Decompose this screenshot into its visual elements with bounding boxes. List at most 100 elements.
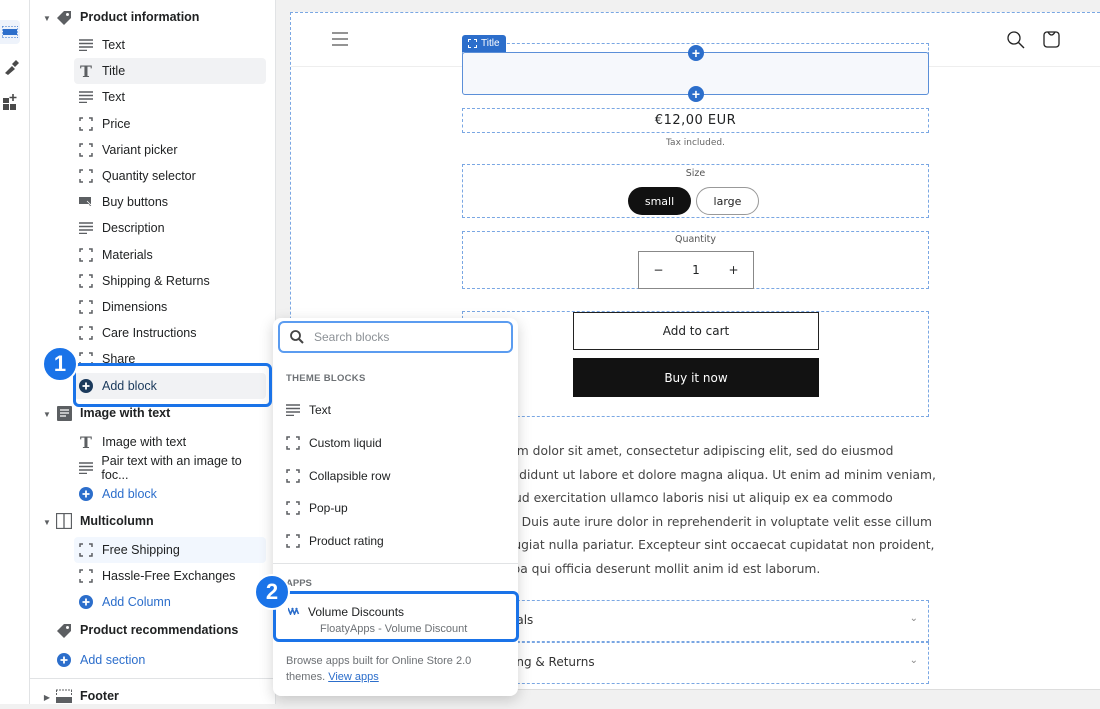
increment-button[interactable]: + [729,263,739,277]
sections-icon[interactable] [0,20,20,44]
section-label: Image with text [80,406,171,420]
block-icon [78,116,94,132]
theme-block-option[interactable]: Collapsible row [285,464,390,488]
price: €12,00 EUR [654,113,737,128]
theme-block-option[interactable]: Product rating [285,529,384,553]
view-apps-link[interactable]: View apps [328,671,379,683]
section-label: Multicolumn [80,514,154,528]
collapsible-label: ing & Returns [513,655,595,669]
quantity-stepper[interactable]: − 1 + [638,251,754,289]
block-label: Variant picker [102,142,178,157]
insert-block-below-icon[interactable]: + [688,86,704,102]
block-label: Quantity selector [102,169,196,183]
apps-icon[interactable] [0,91,22,113]
step1-highlight [73,363,272,407]
tax-note: Tax included. [666,138,725,148]
block-item[interactable]: Free Shipping [74,537,266,563]
add-section-button[interactable]: Add section [56,647,145,673]
section-multicolumn[interactable]: Multicolumn [56,508,154,534]
block-label: Price [102,116,131,131]
block-label: Hassle-Free Exchanges [102,569,236,583]
add-block-button[interactable]: Add block [74,481,266,507]
section-label: Footer [80,689,119,703]
section-product-recommendations[interactable]: Product recommendations [56,617,238,643]
buy-buttons-block: Add to cart Buy it now [462,311,929,417]
search-icon[interactable] [1007,31,1025,54]
insert-block-above-icon[interactable]: + [688,45,704,61]
section-label: Product information [80,10,200,24]
caret-right-icon[interactable]: ▶ [42,692,52,702]
block-item[interactable]: Hassle-Free Exchanges [74,563,266,589]
search-icon [290,330,304,344]
decrement-button[interactable]: − [653,263,663,277]
footer-icon [56,688,72,704]
size-option-small[interactable]: small [628,187,691,215]
cart-icon[interactable] [1043,30,1061,53]
block-item[interactable]: Price [74,111,266,137]
block-item[interactable]: T Title [74,58,266,85]
description-line: lpa qui officia deserunt mollit anim id … [509,561,821,576]
block-item[interactable]: Quantity selector [74,163,266,189]
caret-down-icon[interactable]: ▼ [42,517,52,527]
add-column-label: Add Column [102,595,171,609]
add-circle-icon [56,652,72,668]
theme-settings-brush-icon[interactable] [0,56,22,78]
divider [30,678,276,679]
title-icon: T [80,432,92,452]
description-line: um dolor sit amet, consectetur adipiscin… [509,444,894,458]
block-item[interactable]: Pair text with an image to foc... [74,454,266,482]
text-icon [78,220,94,236]
block-icon [78,273,94,289]
block-item[interactable]: Variant picker [74,137,266,163]
add-circle-icon [78,594,94,610]
block-label: Title [102,64,126,79]
add-section-label: Add section [80,653,146,667]
add-column-button[interactable]: Add Column [74,589,266,615]
caret-down-icon[interactable]: ▼ [42,13,52,23]
collapsible-materials[interactable]: ials ⌄ [462,600,929,642]
block-label: Description [102,221,165,236]
block-icon [78,568,94,584]
size-label: Size [685,168,706,179]
block-item[interactable]: Description [74,215,266,241]
price-block[interactable]: €12,00 EUR [462,108,929,133]
title-block-tag[interactable]: Title [462,35,506,52]
theme-block-option[interactable]: Pop-up [285,496,348,520]
section-footer[interactable]: Footer [56,683,119,709]
size-option-large[interactable]: large [696,187,759,215]
add-block-label: Add block [102,487,157,501]
description-line: cididunt ut labore et dolore magna aliqu… [509,467,936,482]
collapsible-shipping-returns[interactable]: ing & Returns ⌄ [462,642,929,684]
add-to-cart-button[interactable]: Add to cart [573,312,819,350]
chevron-down-icon: ⌄ [909,655,918,666]
editor-rail [0,0,30,704]
theme-block-option[interactable]: Text [285,398,331,422]
tag-icon [56,622,72,638]
block-item[interactable]: Shipping & Returns [74,268,266,294]
caret-down-icon[interactable]: ▼ [42,409,52,419]
block-label: Dimensions [102,300,168,314]
block-icon [285,436,301,450]
theme-block-option[interactable]: Custom liquid [285,431,382,455]
hamburger-menu-icon[interactable] [332,32,348,51]
block-item[interactable]: Dimensions [74,294,266,320]
chevron-down-icon: ⌄ [909,613,918,624]
theme-block-label: Collapsible row [309,468,391,483]
block-item[interactable]: T Image with text [74,429,266,455]
buy-it-now-button[interactable]: Buy it now [573,358,819,397]
block-label: Care Instructions [102,326,197,341]
section-label: Product recommendations [80,623,239,637]
text-icon [78,89,94,105]
block-item[interactable]: Materials [74,242,266,268]
block-item[interactable]: Text [74,32,266,58]
product-description: um dolor sit amet, consectetur adipiscin… [509,440,936,581]
block-item[interactable]: Text [74,84,266,110]
quantity-value[interactable]: 1 [692,263,700,277]
description-line: t. Duis aute irure dolor in reprehenderi… [509,514,932,529]
block-item[interactable]: Care Instructions [74,320,266,346]
variant-picker-block: Size small large [462,164,929,218]
block-item[interactable]: Buy buttons [74,189,266,215]
section-product-information[interactable]: Product information [56,4,199,30]
columns-icon [56,513,72,529]
search-blocks-input[interactable]: Search blocks [278,321,513,353]
